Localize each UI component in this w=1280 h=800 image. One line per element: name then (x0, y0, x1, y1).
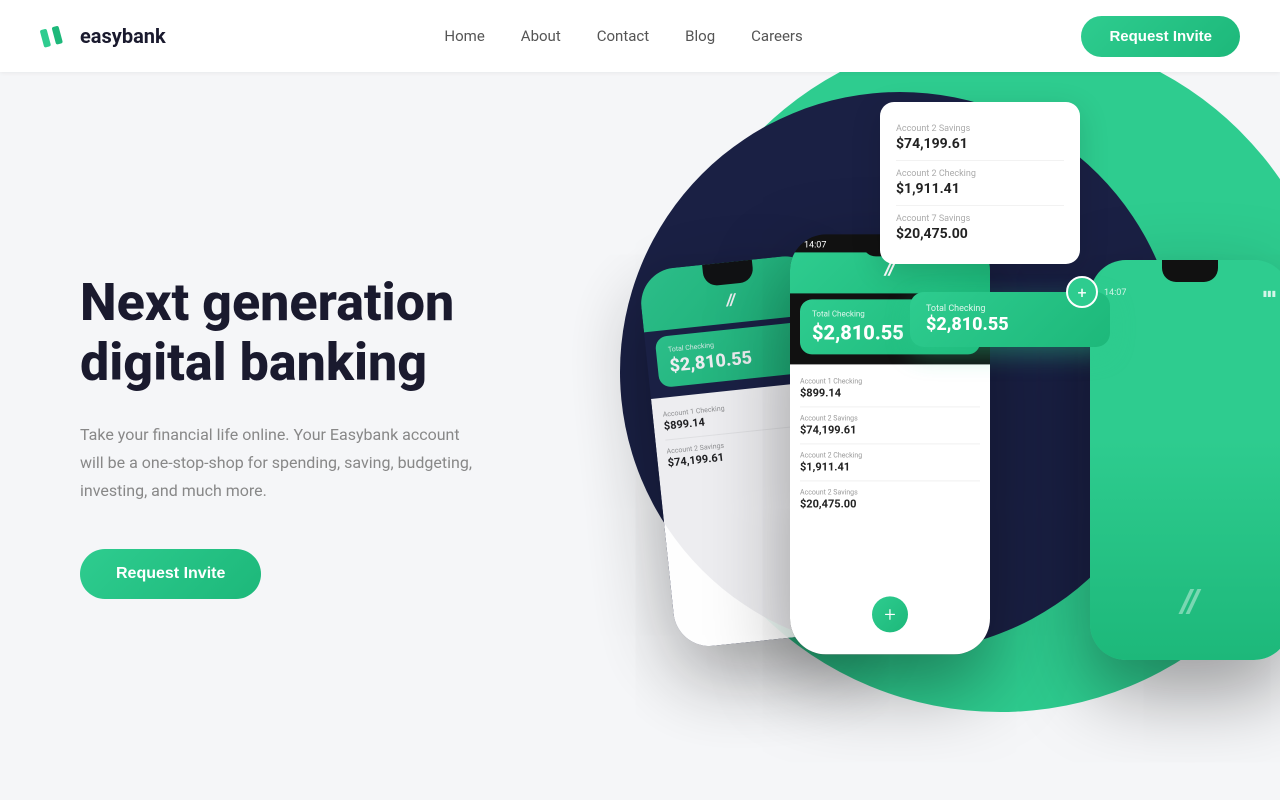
list-item: Account 2 Checking $1,911.41 (800, 444, 980, 481)
list-item: Account 2 Savings $20,475.00 (800, 481, 980, 517)
side-panel-item: Account 7 Savings $20,475.00 (896, 206, 1064, 250)
logo-text: easybank (80, 24, 166, 48)
accounts-side-panel: Account 2 Savings $74,199.61 Account 2 C… (880, 102, 1080, 264)
request-invite-nav-button[interactable]: Request Invite (1081, 16, 1240, 57)
list-item: Account 2 Savings $74,199.61 (800, 407, 980, 444)
nav-contact[interactable]: Contact (597, 27, 649, 45)
phone-back-right: 14:07 ▮▮▮ // (1090, 260, 1280, 660)
sbc-amount: $2,810.55 (926, 314, 1094, 335)
sp-label-2: Account 7 Savings (896, 214, 1064, 224)
sp-val-2: $20,475.00 (896, 226, 1064, 242)
side-balance-fab: + (1066, 276, 1098, 308)
br-logo-icon: // (1181, 582, 1199, 620)
fab-button[interactable]: + (872, 596, 908, 632)
nav-about[interactable]: About (521, 27, 561, 45)
sbc-label: Total Checking (926, 304, 1094, 314)
sp-label-1: Account 2 Checking (896, 169, 1064, 179)
nav-blog[interactable]: Blog (685, 27, 715, 45)
navbar: easybank Home About Contact Blog Careers… (0, 0, 1280, 72)
logo-icon (40, 20, 72, 52)
side-panel-item: Account 2 Checking $1,911.41 (896, 161, 1064, 206)
hero-subtitle: Take your financial life online. Your Ea… (80, 421, 480, 505)
hero-section: Next generation digital banking Take you… (0, 0, 1280, 800)
logo[interactable]: easybank (40, 20, 166, 52)
sp-val-0: $74,199.61 (896, 136, 1064, 152)
bl-header-logo: // (725, 290, 736, 310)
hero-left: Next generation digital banking Take you… (0, 193, 520, 679)
nav-careers[interactable]: Careers (751, 27, 803, 45)
request-invite-hero-button[interactable]: Request Invite (80, 549, 261, 599)
nav-home[interactable]: Home (444, 27, 484, 45)
hero-title: Next generation digital banking (80, 273, 480, 393)
sp-val-1: $1,911.41 (896, 181, 1064, 197)
hero-right: Account 2 Savings $74,199.61 Account 2 C… (520, 72, 1280, 800)
br-time: 14:07 (1104, 288, 1126, 298)
phone-notch (1162, 260, 1218, 282)
sp-label-0: Account 2 Savings (896, 124, 1064, 134)
nav-links: Home About Contact Blog Careers (444, 27, 802, 45)
status-time: 14:07 (804, 240, 826, 250)
side-panel-item: Account 2 Savings $74,199.61 (896, 116, 1064, 161)
side-balance-card: + Total Checking $2,810.55 (910, 292, 1110, 347)
list-item: Account 1 Checking $899.14 (800, 370, 980, 407)
